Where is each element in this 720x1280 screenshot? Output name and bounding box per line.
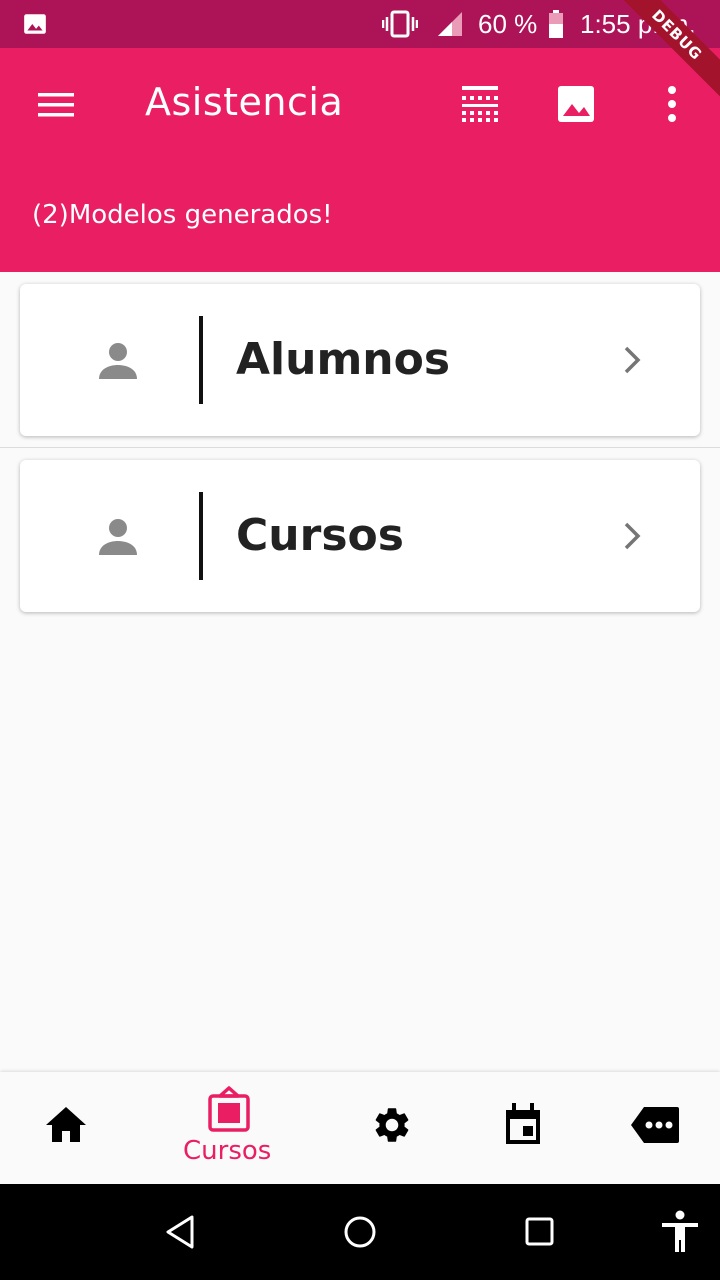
- more-vert-icon[interactable]: [660, 84, 684, 128]
- chevron-right-icon: [618, 344, 646, 380]
- home-circle-icon[interactable]: [343, 1215, 377, 1253]
- more-tag-icon[interactable]: [630, 1106, 680, 1148]
- status-bar: 60 % 1:55 p. m.: [0, 0, 720, 48]
- class-icon[interactable]: [206, 1086, 252, 1138]
- nav-label-cursos[interactable]: Cursos: [183, 1136, 271, 1166]
- battery-icon: [548, 10, 564, 42]
- page-title: Asistencia: [145, 80, 344, 124]
- system-navigation-bar: [0, 1184, 720, 1280]
- person-icon: [98, 516, 138, 560]
- list-separator: [0, 447, 720, 448]
- app-bar: Asistencia (2)Modelos generados!: [0, 48, 720, 272]
- bottom-navigation: Cursos: [0, 1072, 720, 1184]
- image-notification-icon: [22, 11, 48, 41]
- card-label: Cursos: [236, 510, 404, 561]
- card-divider: [199, 492, 203, 580]
- settings-icon[interactable]: [371, 1104, 413, 1150]
- border-style-icon[interactable]: [460, 84, 500, 128]
- card-divider: [199, 316, 203, 404]
- signal-icon: [436, 10, 464, 42]
- image-icon[interactable]: [556, 84, 596, 128]
- vibrate-icon: [381, 9, 419, 43]
- card-label: Alumnos: [236, 334, 451, 385]
- menu-icon[interactable]: [36, 90, 76, 124]
- accessibility-icon[interactable]: [660, 1210, 700, 1258]
- card-cursos[interactable]: Cursos: [20, 460, 700, 612]
- chevron-right-icon: [618, 520, 646, 556]
- person-icon: [98, 340, 138, 384]
- card-alumnos[interactable]: Alumnos: [20, 284, 700, 436]
- home-icon[interactable]: [44, 1104, 88, 1148]
- battery-percentage: 60 %: [478, 9, 538, 39]
- status-message: (2)Modelos generados!: [32, 200, 333, 230]
- back-icon[interactable]: [164, 1214, 196, 1254]
- recents-icon[interactable]: [525, 1217, 555, 1251]
- calendar-icon[interactable]: [504, 1102, 542, 1150]
